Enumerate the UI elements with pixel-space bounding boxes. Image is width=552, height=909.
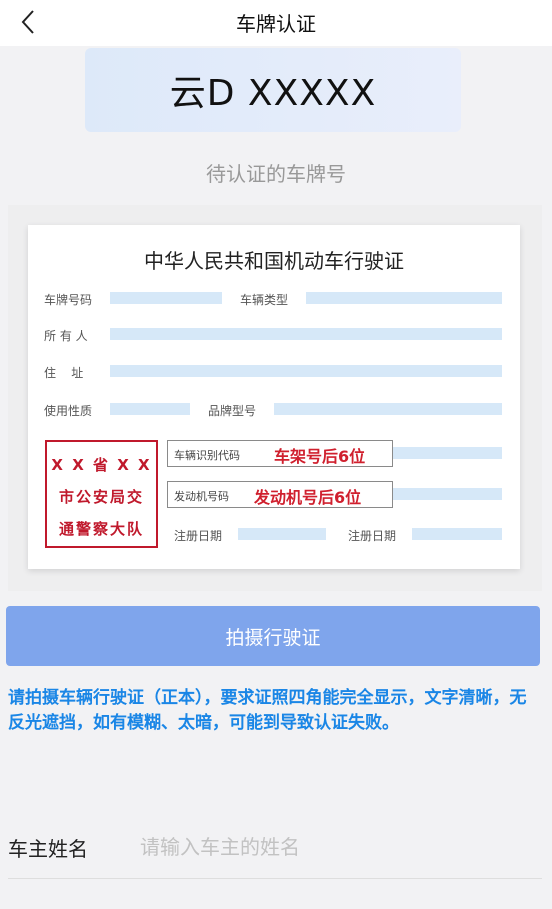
label-issue-date: 注册日期 [348,529,397,543]
engine-highlight: 发动机号码 发动机号后6位 [167,481,393,508]
license-title: 中华人民共和国机动车行驶证 [144,249,404,273]
owner-name-input[interactable] [140,828,540,866]
field-bar [393,447,502,459]
field-bar [110,365,502,377]
field-bar [110,292,222,304]
label-address: 住 址 [44,366,84,380]
vin-hint: 车架号后6位 [274,447,366,466]
label-brand-model: 品牌型号 [208,404,257,418]
nav-bar: 车牌认证 [0,0,552,46]
license-sample-card: 中华人民共和国机动车行驶证 车牌号码 车辆类型 所 有 人 住 址 使用性质 品… [28,225,520,569]
label-vin: 车辆识别代码 [174,449,240,462]
owner-name-label: 车主姓名 [8,837,88,861]
photo-requirements-notice: 请拍摄车辆行驶证（正本），要求证照四角能完全显示，文字清晰，无反光遮挡，如有模糊… [8,688,527,733]
label-use-nature: 使用性质 [44,404,93,418]
field-bar [306,292,502,304]
field-bar [110,328,502,340]
label-register-date: 注册日期 [174,529,223,543]
field-bar [238,528,326,540]
police-stamp: X X 省 X X 市公安局交 通警察大队 [45,440,158,548]
plate-number: 云D XXXXX [169,73,377,114]
plate-card: 云D XXXXX [85,48,461,132]
label-plate-no: 车牌号码 [44,293,93,307]
label-vehicle-type: 车辆类型 [240,293,289,307]
vin-highlight: 车辆识别代码 车架号后6位 [167,440,393,467]
owner-name-row: 车主姓名 [0,818,552,876]
page-title: 车牌认证 [236,12,316,36]
label-engine-no: 发动机号码 [174,490,229,503]
plate-subtitle: 待认证的车牌号 [206,162,346,186]
field-bar [274,403,502,415]
field-bar [412,528,502,540]
stamp-line: 通警察大队 [58,520,144,538]
divider [8,878,542,879]
stamp-line: X X 省 X X [51,456,152,474]
capture-license-button[interactable]: 拍摄行驶证 [6,606,540,666]
stamp-line: 市公安局交 [58,488,144,506]
field-bar [393,488,502,500]
label-owner: 所 有 人 [44,329,88,343]
engine-hint: 发动机号后6位 [254,488,362,507]
field-bar [110,403,190,415]
